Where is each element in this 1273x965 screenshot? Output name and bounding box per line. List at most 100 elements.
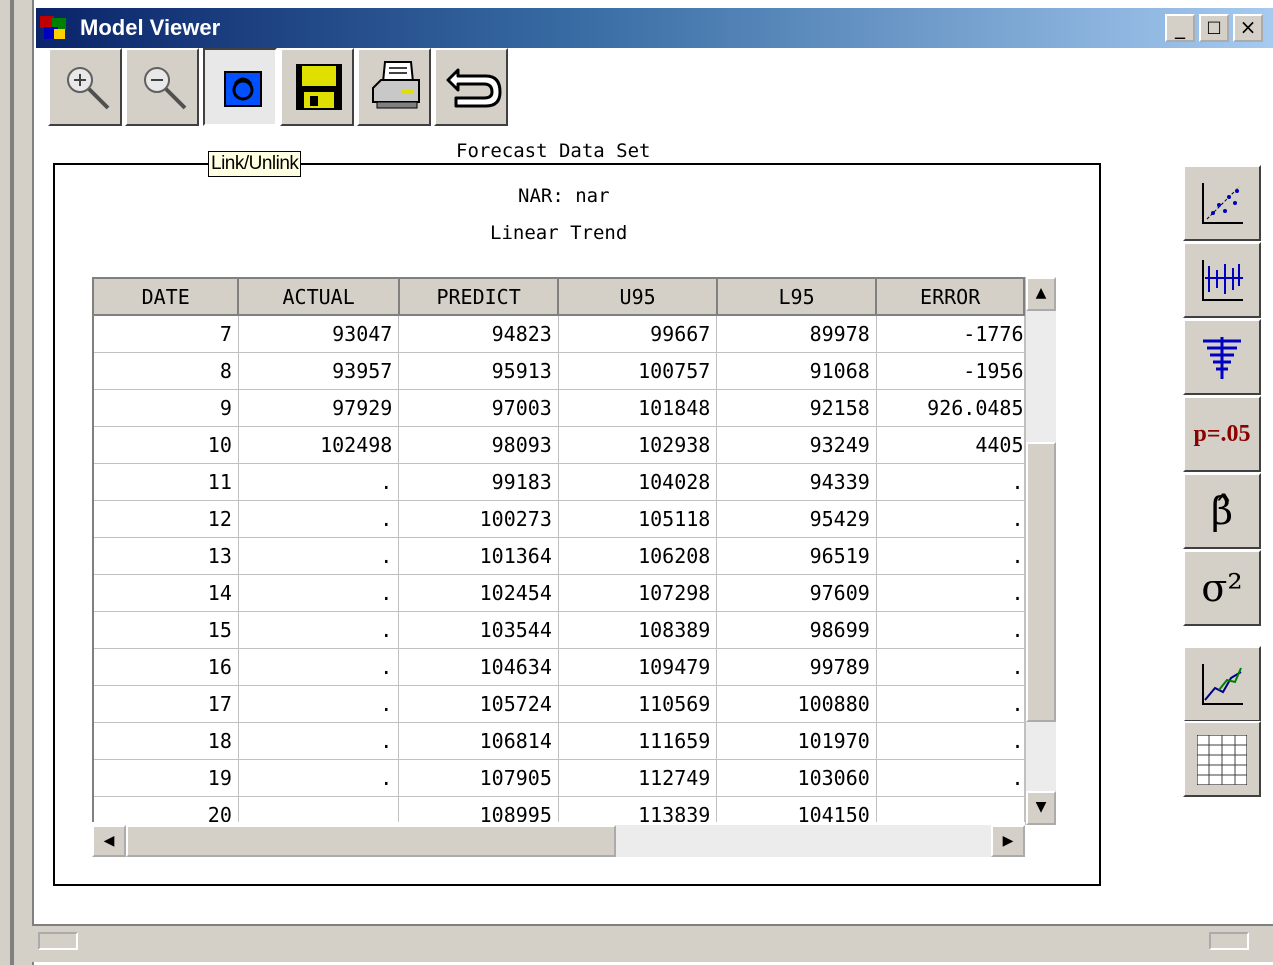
print-button[interactable] — [357, 48, 431, 126]
column-header-actual[interactable]: ACTUAL — [238, 279, 400, 316]
cell-u95[interactable]: 102938 — [558, 426, 718, 464]
cell-u95[interactable]: 105118 — [558, 500, 718, 538]
cell-date[interactable]: 19 — [94, 759, 239, 797]
cell-date[interactable]: 9 — [94, 389, 239, 427]
cell-u95[interactable]: 109479 — [558, 648, 718, 686]
table-row[interactable]: 16. 104634 109479 99789. — [94, 648, 1025, 686]
cell-error[interactable]: . — [876, 648, 1025, 686]
cell-date[interactable]: 14 — [94, 574, 239, 612]
cell-date[interactable]: 15 — [94, 611, 239, 649]
cell-error[interactable]: . — [876, 574, 1025, 612]
cell-date[interactable]: 13 — [94, 537, 239, 575]
cell-date[interactable]: 17 — [94, 685, 239, 723]
column-header-error[interactable]: ERROR — [876, 279, 1025, 316]
table-row[interactable]: 8 93957 95913 100757 91068 -1956 — [94, 352, 1025, 390]
cell-date[interactable]: 8 — [94, 352, 239, 390]
cell-u95[interactable]: 104028 — [558, 463, 718, 501]
cell-l95[interactable]: 98699 — [716, 611, 877, 649]
column-header-u95[interactable]: U95 — [558, 279, 718, 316]
column-header-date[interactable]: DATE — [94, 279, 240, 316]
table-row[interactable]: 7 93047 94823 99667 89978 -1776 — [94, 315, 1025, 353]
cell-error[interactable]: . — [876, 685, 1025, 723]
vertical-scrollbar[interactable]: ▲ ▼ — [1025, 277, 1056, 825]
table-row[interactable]: 11. 99183 104028 94339. — [94, 463, 1025, 501]
cell-date[interactable]: 12 — [94, 500, 239, 538]
cell-actual[interactable]: . — [238, 685, 400, 723]
table-row[interactable]: 9 97929 97003 101848 92158 926.0485 — [94, 389, 1025, 427]
scroll-up-button[interactable]: ▲ — [1026, 277, 1056, 311]
cell-error[interactable]: . — [876, 500, 1025, 538]
table-row[interactable]: 10 102498 98093 102938 93249 4405 — [94, 426, 1025, 464]
cell-predict[interactable]: 107905 — [398, 759, 559, 797]
cell-error[interactable]: -1776 — [876, 315, 1025, 353]
cell-predict[interactable]: 98093 — [398, 426, 559, 464]
cell-l95[interactable]: 99789 — [716, 648, 877, 686]
zoom-out-button[interactable] — [125, 48, 199, 126]
cell-predict[interactable]: 103544 — [398, 611, 559, 649]
cell-l95[interactable]: 104150 — [716, 796, 877, 822]
vertical-scroll-thumb[interactable] — [1026, 442, 1056, 722]
cell-error[interactable]: . — [876, 537, 1025, 575]
cell-l95[interactable]: 97609 — [716, 574, 877, 612]
cell-predict[interactable]: 106814 — [398, 722, 559, 760]
table-row[interactable]: 14. 102454 107298 97609. — [94, 574, 1025, 612]
save-button[interactable] — [280, 48, 354, 126]
cell-l95[interactable]: 100880 — [716, 685, 877, 723]
column-header-predict[interactable]: PREDICT — [398, 279, 560, 316]
cell-date[interactable]: 20 — [94, 796, 239, 822]
cell-actual[interactable]: . — [238, 648, 400, 686]
cell-actual[interactable]: . — [238, 722, 400, 760]
significance-button[interactable]: p=.05 — [1183, 396, 1261, 472]
app-icon[interactable] — [40, 16, 66, 40]
cell-error[interactable]: -1956 — [876, 352, 1025, 390]
cell-predict[interactable]: 104634 — [398, 648, 559, 686]
cell-date[interactable]: 16 — [94, 648, 239, 686]
cell-date[interactable]: 18 — [94, 722, 239, 760]
scroll-down-button[interactable]: ▼ — [1026, 791, 1056, 825]
cell-actual[interactable] — [238, 796, 400, 822]
sigma-squared-button[interactable]: σ² — [1183, 550, 1261, 626]
maximize-button[interactable]: □ — [1199, 14, 1229, 42]
cell-l95[interactable]: 92158 — [716, 389, 877, 427]
cell-actual[interactable]: 93957 — [238, 352, 400, 390]
scroll-left-button[interactable]: ◀ — [92, 825, 126, 857]
table-row[interactable]: 20 108995 113839 104150 — [94, 796, 1025, 822]
table-row[interactable]: 15. 103544 108389 98699. — [94, 611, 1025, 649]
cell-actual[interactable]: . — [238, 611, 400, 649]
cell-l95[interactable]: 95429 — [716, 500, 877, 538]
scatter-button[interactable] — [1183, 165, 1261, 241]
return-button[interactable] — [434, 48, 508, 126]
cell-l95[interactable]: 93249 — [716, 426, 877, 464]
beta-hat-button[interactable]: β̂ — [1183, 473, 1261, 549]
cell-u95[interactable]: 112749 — [558, 759, 718, 797]
cell-predict[interactable]: 101364 — [398, 537, 559, 575]
cell-predict[interactable]: 95913 — [398, 352, 559, 390]
cell-u95[interactable]: 111659 — [558, 722, 718, 760]
cell-error[interactable] — [876, 796, 1025, 822]
error-bars-button[interactable] — [1183, 242, 1261, 318]
funnel-button[interactable] — [1183, 319, 1261, 395]
cell-error[interactable]: . — [876, 611, 1025, 649]
cell-l95[interactable]: 103060 — [716, 759, 877, 797]
horizontal-scrollbar[interactable]: ◀ ▶ — [92, 825, 1025, 857]
cell-u95[interactable]: 113839 — [558, 796, 718, 822]
link-unlink-button[interactable] — [203, 48, 277, 126]
cell-actual[interactable]: 93047 — [238, 315, 400, 353]
cell-l95[interactable]: 89978 — [716, 315, 877, 353]
cell-error[interactable]: 4405 — [876, 426, 1025, 464]
table-row[interactable]: 19. 107905 112749 103060. — [94, 759, 1025, 797]
cell-predict[interactable]: 94823 — [398, 315, 559, 353]
cell-predict[interactable]: 97003 — [398, 389, 559, 427]
data-table-button[interactable] — [1183, 721, 1261, 797]
cell-date[interactable]: 7 — [94, 315, 239, 353]
cell-l95[interactable]: 101970 — [716, 722, 877, 760]
cell-date[interactable]: 11 — [94, 463, 239, 501]
zoom-in-button[interactable] — [48, 48, 122, 126]
line-chart-button[interactable] — [1183, 646, 1261, 722]
cell-l95[interactable]: 96519 — [716, 537, 877, 575]
cell-actual[interactable]: . — [238, 500, 400, 538]
cell-u95[interactable]: 108389 — [558, 611, 718, 649]
table-row[interactable]: 13. 101364 106208 96519. — [94, 537, 1025, 575]
cell-l95[interactable]: 94339 — [716, 463, 877, 501]
scroll-right-button[interactable]: ▶ — [991, 825, 1025, 857]
